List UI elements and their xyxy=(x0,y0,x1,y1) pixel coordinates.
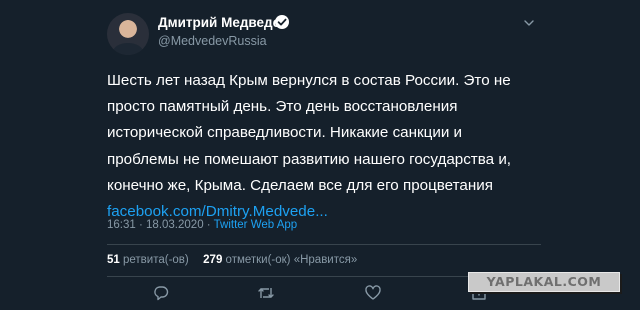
tweet-text: Шесть лет назад Крым вернулся в состав Р… xyxy=(107,68,517,225)
divider xyxy=(107,244,541,245)
verified-badge-icon xyxy=(275,15,289,29)
tweet-link[interactable]: facebook.com/Dmitry.Medvede... xyxy=(107,203,328,220)
tweet-text-line: просто памятный день. Это день восстанов… xyxy=(107,98,458,116)
tweet-meta: 16:31 · 18.03.2020 · Twitter Web App xyxy=(107,219,297,231)
author-handle[interactable]: @MedvedevRussia xyxy=(158,34,267,48)
retweets-count: 51 xyxy=(107,254,120,266)
tweet-stats: 51 ретвита(-ов) 279 отметки(-ок) «Нравит… xyxy=(107,254,357,266)
chevron-down-icon[interactable] xyxy=(523,16,535,28)
retweets-stat[interactable]: 51 ретвита(-ов) xyxy=(107,254,192,266)
heart-icon[interactable] xyxy=(364,284,382,302)
tweet-text-line: Шесть лет назад Крым вернулся в состав Р… xyxy=(107,72,511,89)
author-name[interactable]: Дмитрий Медведев xyxy=(158,15,288,30)
tweet-date[interactable]: 18.03.2020 xyxy=(146,219,204,231)
retweets-label: ретвита(-ов) xyxy=(123,254,189,266)
meta-separator: · xyxy=(206,219,211,231)
likes-stat[interactable]: 279 отметки(-ок) «Нравится» xyxy=(203,254,357,266)
tweet-time[interactable]: 16:31 xyxy=(107,219,136,231)
watermark: YAPLAKAL.COM xyxy=(468,272,620,292)
tweet-text-line: исторической справедливости. Никакие сан… xyxy=(107,124,463,142)
tweet-card: Дмитрий Медведев @MedvedevRussia Шесть л… xyxy=(0,0,640,310)
tweet-text-line: проблемы не помешают развитию нашего гос… xyxy=(107,150,512,168)
tweet-source[interactable]: Twitter Web App xyxy=(214,219,298,231)
reply-icon[interactable] xyxy=(152,284,170,302)
meta-separator: · xyxy=(138,219,143,231)
retweet-icon[interactable] xyxy=(257,284,275,302)
likes-count: 279 xyxy=(203,254,223,266)
tweet-text-line: конечно же, Крыма. Сделаем все для его п… xyxy=(107,176,493,194)
likes-label: отметки(-ок) «Нравится» xyxy=(225,254,358,266)
avatar[interactable] xyxy=(107,13,149,55)
